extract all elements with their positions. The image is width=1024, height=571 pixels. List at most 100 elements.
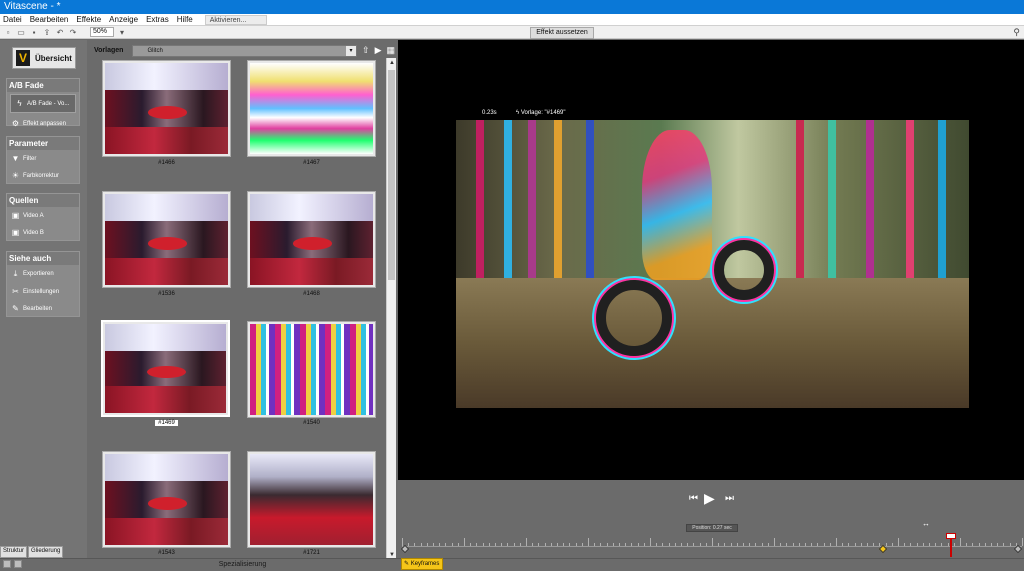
template-thumbnail xyxy=(250,63,373,154)
timeline-tick xyxy=(612,543,614,546)
sidebar-item-settings[interactable]: ✂ Einstellungen xyxy=(7,283,79,300)
timeline-tick xyxy=(507,543,509,546)
timeline-tick xyxy=(898,538,899,546)
timeline-tick xyxy=(761,543,763,546)
chevron-down-icon[interactable]: ▾ xyxy=(117,28,127,37)
export-icon[interactable]: ⇪ xyxy=(42,28,52,37)
activate-button[interactable]: Aktivieren... xyxy=(204,15,268,25)
template-tile[interactable] xyxy=(102,191,231,288)
menu-hilfe[interactable]: Hilfe xyxy=(177,14,193,25)
effect-suspend-button[interactable]: Effekt aussetzen xyxy=(530,27,594,39)
template-caption: #1468 xyxy=(303,291,320,297)
skip-back-icon[interactable]: ⏮ xyxy=(689,493,698,504)
timeline-tick xyxy=(953,543,955,546)
timeline-tick xyxy=(712,538,713,546)
sidebar-item-export[interactable]: ⤓ Exportieren xyxy=(7,265,79,283)
scrollbar-thumb[interactable] xyxy=(388,70,395,280)
play-preview-icon[interactable]: ▶ xyxy=(375,45,382,56)
timeline-tick xyxy=(916,543,918,546)
pin-icon[interactable]: ⚲ xyxy=(1013,27,1020,38)
zoom-select[interactable]: 50% xyxy=(90,27,114,37)
menu-effekte[interactable]: Effekte xyxy=(76,14,101,25)
timeline-tick xyxy=(637,543,639,546)
redo-icon[interactable]: ↷ xyxy=(68,28,78,37)
menu-datei[interactable]: Datei xyxy=(3,14,22,25)
templates-bar: Vorlagen Glitch ▾ ⇧ ▶ ▦ xyxy=(90,44,395,57)
chevron-down-icon[interactable]: ▾ xyxy=(346,45,357,56)
template-tile[interactable] xyxy=(247,451,376,548)
menu-bearbeiten[interactable]: Bearbeiten xyxy=(30,14,69,25)
timeline-tick xyxy=(1022,538,1023,546)
ab-fade-heading: A/B Fade xyxy=(7,79,79,92)
parameter-section: Parameter ▼ Filter ☀ Farbkorrektur xyxy=(6,136,80,184)
timeline-tick xyxy=(904,543,906,546)
menu-anzeige[interactable]: Anzeige xyxy=(109,14,138,25)
wheel-shape xyxy=(714,240,774,300)
menu-bar: Datei Bearbeiten Effekte Anzeige Extras … xyxy=(0,14,1024,26)
tree-shape xyxy=(554,120,562,299)
timeline-tick xyxy=(860,543,862,546)
category-select[interactable]: Glitch ▾ xyxy=(132,44,358,57)
timeline-tick xyxy=(501,543,503,546)
rider-shape xyxy=(642,130,712,280)
sidebar-item-filter[interactable]: ▼ Filter xyxy=(7,150,79,167)
layout-icon[interactable] xyxy=(3,560,11,568)
export-label: Exportieren xyxy=(23,271,54,277)
ab-fade-item[interactable]: ϟ A/B Fade - Vo... xyxy=(10,94,76,113)
timeline-tick xyxy=(817,543,819,546)
skip-forward-icon[interactable]: ⏭ xyxy=(725,493,734,504)
filter-label: Filter xyxy=(23,155,37,162)
timeline-tick xyxy=(526,538,527,546)
timeline-tick xyxy=(495,543,496,546)
template-tile[interactable] xyxy=(102,451,231,548)
timeline-tick xyxy=(532,543,534,546)
gallery-scrollbar[interactable]: ▲ ▼ xyxy=(386,58,396,560)
timeline-tick xyxy=(755,543,757,546)
timeline-tick xyxy=(792,543,794,546)
timeline-tick xyxy=(519,543,521,546)
sidebar-item-color-correction[interactable]: ☀ Farbkorrektur xyxy=(7,167,79,184)
color-correction-label: Farbkorrektur xyxy=(23,172,60,179)
scroll-up-icon[interactable]: ▲ xyxy=(387,58,397,68)
template-tile-selected[interactable] xyxy=(101,320,230,417)
template-tile[interactable] xyxy=(247,191,376,288)
save-icon[interactable]: ▪ xyxy=(29,28,39,37)
download-icon: ⤓ xyxy=(13,269,18,278)
timeline-tick xyxy=(408,543,410,546)
filter-icon: ▼ xyxy=(11,154,20,163)
timeline-tick xyxy=(873,543,875,546)
playhead-handle[interactable] xyxy=(946,533,956,539)
timeline-tick xyxy=(426,543,428,546)
effect-adjust-item[interactable]: ⚙ Effekt anpassen xyxy=(7,115,79,132)
template-tile[interactable] xyxy=(247,60,376,157)
timeline-tick xyxy=(625,543,627,546)
undo-icon[interactable]: ↶ xyxy=(55,28,65,37)
timeline-tick xyxy=(619,543,620,546)
timeline-tick xyxy=(774,538,775,546)
sidebar-item-video-b[interactable]: ▣ Video B xyxy=(7,224,79,241)
play-icon[interactable]: ▶ xyxy=(704,490,715,507)
timeline-tick xyxy=(730,543,732,546)
sidebar-item-edit[interactable]: ✎ Bearbeiten xyxy=(7,300,79,317)
upload-icon[interactable]: ⇧ xyxy=(362,45,370,56)
tree-shape xyxy=(796,120,804,299)
settings-icon[interactable] xyxy=(14,560,22,568)
timeline-tick xyxy=(836,538,837,546)
template-tile[interactable] xyxy=(102,60,231,157)
sidebar-item-video-a[interactable]: ▣ Video A xyxy=(7,207,79,224)
menu-extras[interactable]: Extras xyxy=(146,14,169,25)
tab-gliederung[interactable]: Gliederung xyxy=(28,546,64,558)
timeline-tick xyxy=(811,543,813,546)
grid-view-icon[interactable]: ▦ xyxy=(386,45,395,56)
keyframes-button[interactable]: ✎ Keyframes xyxy=(401,558,443,570)
tab-struktur[interactable]: Struktur xyxy=(0,546,28,558)
timeline-tick xyxy=(476,543,478,546)
timeline-tick xyxy=(780,543,782,546)
template-tile[interactable] xyxy=(247,321,376,418)
timeline-tick xyxy=(736,543,738,546)
overview-button[interactable]: V Übersicht xyxy=(12,47,76,69)
new-file-icon[interactable]: ▫ xyxy=(3,28,13,37)
timeline-tick xyxy=(960,538,961,546)
open-folder-icon[interactable]: ▭ xyxy=(16,28,26,37)
timeline-track[interactable] xyxy=(402,537,1023,547)
